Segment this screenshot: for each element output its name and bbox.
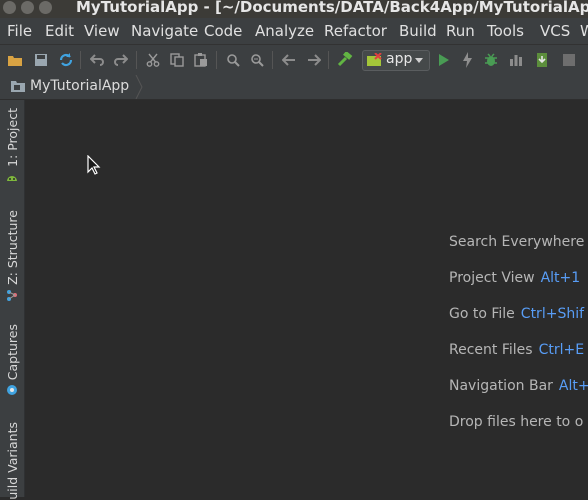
close-window-button[interactable] <box>3 1 16 14</box>
menu-vcs[interactable]: VCS <box>540 22 570 40</box>
replace-icon[interactable] <box>248 51 266 69</box>
hint-label: Recent Files <box>449 342 533 358</box>
tab-project-label: 1: Project <box>4 108 20 167</box>
debug-icon[interactable] <box>482 51 500 69</box>
breadcrumb-label: MyTutorialApp <box>30 78 130 94</box>
menu-view[interactable]: View <box>84 22 120 40</box>
forward-icon[interactable] <box>305 51 323 69</box>
hint-drop-files: Drop files here to o <box>449 414 583 430</box>
menu-tools[interactable]: Tools <box>487 22 524 40</box>
menu-refactor[interactable]: Refactor <box>324 22 387 40</box>
hint-label: Navigation Bar <box>449 378 553 394</box>
structure-icon <box>7 289 17 301</box>
redo-icon[interactable] <box>112 51 130 69</box>
run-icon[interactable] <box>434 51 452 69</box>
sync-icon[interactable] <box>57 51 75 69</box>
editor-empty-area[interactable]: Search Everywhere Project View Alt+1 Go t… <box>25 100 588 497</box>
tab-captures-label: Captures <box>4 324 20 381</box>
hint-shortcut: Alt+1 <box>540 270 581 286</box>
sdk-manager-icon[interactable] <box>533 51 551 69</box>
hint-label: Drop files here to o <box>449 414 584 430</box>
menu-window[interactable]: W <box>580 22 588 40</box>
android-icon <box>7 175 17 181</box>
menu-edit[interactable]: Edit <box>45 22 74 40</box>
toolbar-separator <box>80 51 81 69</box>
menu-file[interactable]: File <box>7 22 32 40</box>
cut-icon[interactable] <box>144 51 162 69</box>
hint-navigation-bar: Navigation Bar Alt+ <box>449 378 588 394</box>
hint-label: Project View <box>449 270 535 286</box>
window-controls[interactable] <box>3 1 57 18</box>
stop-icon[interactable] <box>560 51 578 69</box>
hint-search-everywhere: Search Everywhere <box>449 234 584 250</box>
menu-build[interactable]: Build <box>399 22 437 40</box>
android-app-icon <box>367 53 382 66</box>
project-folder-icon <box>11 81 25 92</box>
mouse-cursor-icon <box>87 155 101 175</box>
tab-build-variants[interactable]: uild Variants <box>2 422 22 500</box>
hint-shortcut: Ctrl+E <box>538 342 585 358</box>
profile-icon[interactable] <box>507 51 525 69</box>
main-toolbar: app <box>0 44 588 76</box>
chevron-right-icon <box>135 75 143 99</box>
minimize-window-button[interactable] <box>21 1 34 14</box>
navigation-bar: MyTutorialApp <box>0 75 588 100</box>
run-configuration-label: app <box>386 51 413 67</box>
menu-bar: File Edit View Navigate Code Analyze Ref… <box>0 18 588 44</box>
window-title: MyTutorialApp - [~/Documents/DATA/Back4A… <box>76 0 588 16</box>
save-all-icon[interactable] <box>32 51 50 69</box>
find-icon[interactable] <box>224 51 242 69</box>
toolbar-separator <box>272 51 273 69</box>
tab-structure-label: Z: Structure <box>4 210 20 285</box>
paste-icon[interactable] <box>192 51 210 69</box>
hint-recent-files: Recent Files Ctrl+E <box>449 342 584 358</box>
hint-shortcut: Alt+ <box>558 378 588 394</box>
tab-structure[interactable]: Z: Structure <box>2 210 22 301</box>
chevron-down-icon <box>415 58 423 63</box>
menu-navigate[interactable]: Navigate <box>131 22 198 40</box>
hint-go-to-file: Go to File Ctrl+Shif <box>449 306 584 322</box>
tab-project[interactable]: 1: Project <box>2 108 22 183</box>
back-icon[interactable] <box>280 51 298 69</box>
menu-analyze[interactable]: Analyze <box>255 22 314 40</box>
tab-build-variants-label: uild Variants <box>4 422 20 500</box>
hint-shortcut: Ctrl+Shif <box>520 306 585 322</box>
maximize-window-button[interactable] <box>39 1 52 14</box>
menu-run[interactable]: Run <box>446 22 475 40</box>
menu-code[interactable]: Code <box>204 22 242 40</box>
tab-captures[interactable]: Captures <box>2 324 22 396</box>
hint-project-view: Project View Alt+1 <box>449 270 580 286</box>
window-titlebar: MyTutorialApp - [~/Documents/DATA/Back4A… <box>0 0 588 18</box>
copy-icon[interactable] <box>168 51 186 69</box>
run-configuration-select[interactable]: app <box>362 50 430 71</box>
left-tool-strip: 1: Project Z: Structure Captures uild Va… <box>0 100 25 500</box>
undo-icon[interactable] <box>88 51 106 69</box>
toolbar-separator <box>216 51 217 69</box>
make-project-icon[interactable] <box>336 51 354 69</box>
camera-icon <box>7 385 17 396</box>
toolbar-separator <box>328 51 329 69</box>
apply-changes-icon[interactable] <box>458 51 476 69</box>
open-folder-icon[interactable] <box>6 51 24 69</box>
hint-label: Go to File <box>449 306 515 322</box>
breadcrumb-project[interactable]: MyTutorialApp <box>10 78 129 94</box>
hint-label: Search Everywhere <box>449 234 585 250</box>
toolbar-separator <box>136 51 137 69</box>
